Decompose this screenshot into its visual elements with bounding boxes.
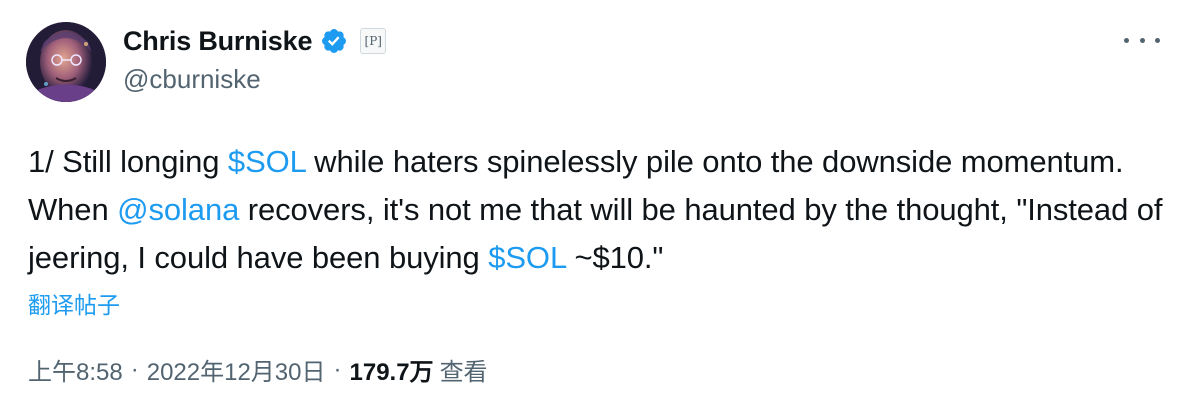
translate-post-link[interactable]: 翻译帖子: [28, 286, 120, 320]
tweet-text-segment: 1/ Still longing: [28, 144, 228, 179]
views-count[interactable]: 179.7万: [350, 352, 434, 387]
tweet-link[interactable]: $SOL: [488, 240, 566, 275]
views-label[interactable]: 查看: [440, 352, 488, 387]
tweet-text-segment: ~$10.": [565, 240, 664, 275]
author-handle[interactable]: @cburniske: [123, 64, 261, 95]
meta-separator: ·: [333, 355, 342, 383]
meta-separator: ·: [130, 355, 139, 383]
tweet-meta: 上午8:58 · 2022年12月30日 · 179.7万 查看: [28, 352, 488, 387]
tweet-text: 1/ Still longing $SOL while haters spine…: [28, 138, 1163, 282]
tweet-time[interactable]: 上午8:58: [28, 352, 123, 387]
author-name-row: Chris Burniske [P]: [123, 24, 387, 58]
tweet-date[interactable]: 2022年12月30日: [147, 352, 326, 387]
more-options-icon[interactable]: [1124, 28, 1160, 52]
avatar-portrait-icon: [26, 22, 106, 102]
verified-badge-icon[interactable]: [320, 27, 348, 55]
author-display-name[interactable]: Chris Burniske: [123, 26, 312, 57]
tweet-link[interactable]: @solana: [117, 192, 239, 227]
tweet-link[interactable]: $SOL: [228, 144, 306, 179]
affiliate-badge-icon[interactable]: [P]: [360, 28, 387, 54]
avatar[interactable]: [26, 22, 106, 102]
